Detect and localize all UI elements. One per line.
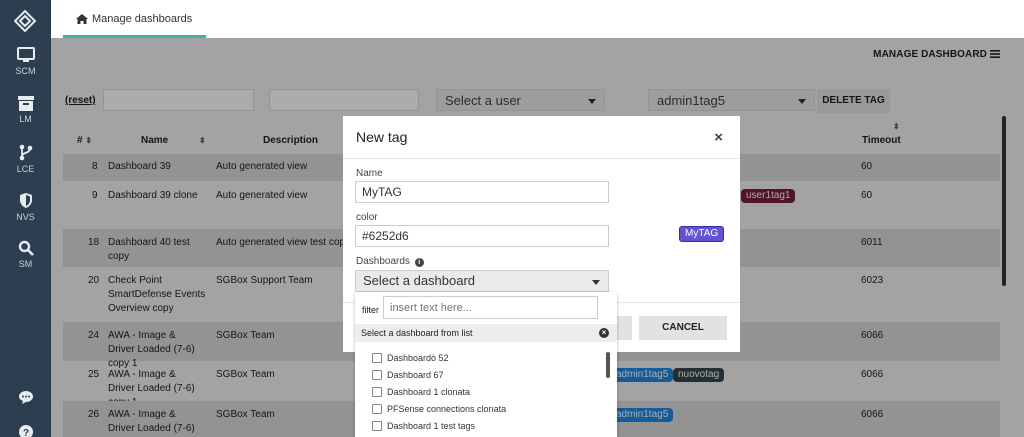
- tag-color-input[interactable]: [355, 225, 609, 247]
- sidebar-item-sm[interactable]: SM: [0, 240, 51, 269]
- sidebar: SCM LM LCE NVS SM ?: [0, 0, 51, 437]
- list-item[interactable]: PFSense connections clonata: [372, 404, 506, 414]
- list-item-label: Dashboard 1 clonata: [387, 387, 471, 397]
- tag-preview-badge: MyTAG: [679, 226, 725, 242]
- monitor-icon: [16, 47, 35, 62]
- sidebar-item-label: NVS: [16, 212, 35, 222]
- checkbox[interactable]: [372, 353, 382, 363]
- chat-icon: [18, 391, 33, 404]
- sidebar-item-label: SCM: [15, 66, 36, 76]
- color-label: color: [356, 212, 378, 223]
- dashboard-select-value: Select a dashboard: [363, 273, 476, 288]
- divider: [343, 158, 740, 159]
- svg-text:?: ?: [22, 428, 28, 437]
- checkbox[interactable]: [372, 387, 382, 397]
- clear-icon[interactable]: ×: [599, 328, 609, 338]
- list-item[interactable]: Dashboard 1 clonata: [372, 387, 470, 397]
- info-icon[interactable]: i: [414, 258, 424, 267]
- name-label: Name: [356, 168, 383, 179]
- list-item[interactable]: Dashboard 67: [372, 370, 444, 380]
- list-item-label: Dashboard 1 test tags: [387, 421, 476, 431]
- list-item-label: PFSense connections clonata: [387, 404, 507, 414]
- list-item[interactable]: Dashboard 1 test tags: [372, 421, 475, 431]
- dropdown-scrollbar[interactable]: [606, 352, 610, 378]
- logo-icon[interactable]: [13, 9, 37, 33]
- sidebar-item-scm[interactable]: SCM: [0, 47, 51, 76]
- sidebar-item-label: LM: [19, 114, 32, 124]
- shield-icon: [19, 193, 32, 208]
- dashboard-select[interactable]: Select a dashboard: [355, 270, 609, 292]
- sidebar-item-lm[interactable]: LM: [0, 96, 51, 124]
- tab-manage-dashboards[interactable]: Manage dashboards: [63, 0, 206, 38]
- dropdown-list-header: Select a dashboard from list ×: [355, 324, 617, 342]
- sidebar-item-lce[interactable]: LCE: [0, 144, 51, 174]
- top-bar: Manage dashboards: [51, 0, 1024, 38]
- chevron-down-icon: [592, 280, 600, 285]
- list-item-label: Dashboard 67: [387, 370, 444, 380]
- cancel-button[interactable]: CANCEL: [639, 316, 727, 340]
- chat-button[interactable]: [0, 390, 51, 405]
- filter-label: filter: [362, 305, 380, 315]
- sidebar-item-nvs[interactable]: NVS: [0, 192, 51, 222]
- checkbox[interactable]: [372, 370, 382, 380]
- list-item-label: Dashboardò 52: [387, 353, 449, 363]
- archive-icon: [17, 96, 34, 111]
- dashboards-label: Dashboards i: [356, 256, 424, 267]
- list-item[interactable]: Dashboardò 52: [372, 353, 449, 363]
- sidebar-item-label: LCE: [16, 164, 35, 174]
- tab-label: Manage dashboards: [92, 13, 193, 25]
- checkbox[interactable]: [372, 404, 382, 414]
- list-header-label: Select a dashboard from list: [361, 328, 473, 338]
- search-icon: [18, 240, 34, 256]
- branch-icon: [19, 144, 32, 161]
- dropdown-filter-input[interactable]: [383, 296, 598, 319]
- checkbox[interactable]: [372, 421, 382, 431]
- close-icon[interactable]: ×: [714, 129, 723, 146]
- dialog-title: New tag: [356, 129, 408, 145]
- help-icon: ?: [18, 425, 33, 437]
- sidebar-item-label: SM: [18, 259, 33, 269]
- help-button[interactable]: ?: [0, 424, 51, 437]
- tag-name-input[interactable]: [355, 181, 609, 203]
- home-icon: [76, 14, 88, 24]
- dashboards-label-text: Dashboards: [356, 256, 410, 267]
- dashboard-dropdown: filter Select a dashboard from list × Da…: [355, 292, 617, 437]
